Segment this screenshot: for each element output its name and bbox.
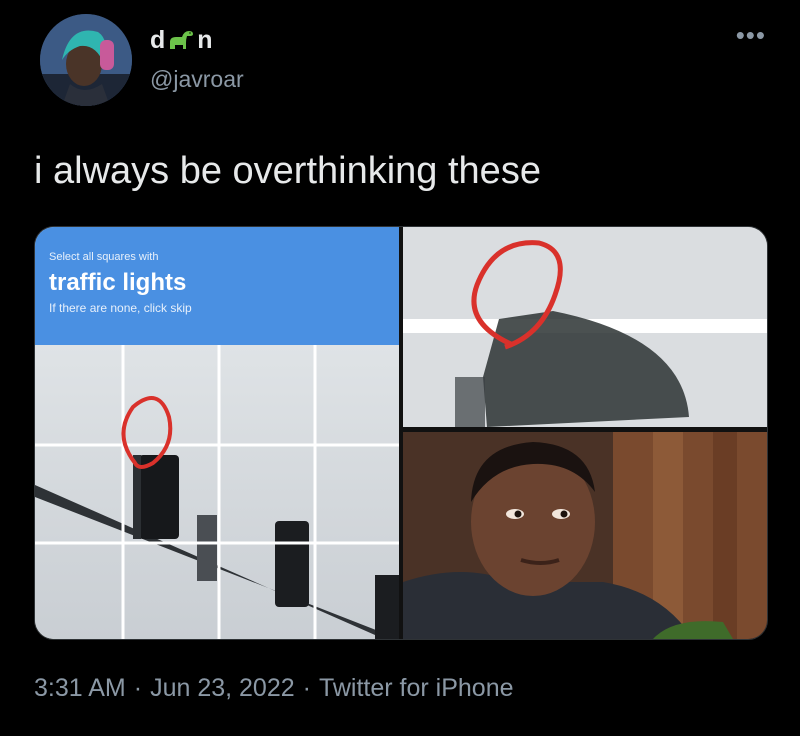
display-name-suffix: n <box>197 26 213 54</box>
avatar-image <box>40 14 132 106</box>
separator: · <box>133 674 143 702</box>
tweet-date[interactable]: Jun 23, 2022 <box>150 674 295 703</box>
captcha-grid-image <box>35 345 399 639</box>
zoomed-image <box>403 227 767 427</box>
sauropod-icon <box>167 29 195 53</box>
sweating-man-image <box>403 432 767 639</box>
captcha-panel: Select all squares with traffic lights I… <box>35 227 399 639</box>
user-handle[interactable]: @javroar <box>150 66 244 93</box>
tweet-text: i always be overthinking these <box>34 150 541 192</box>
tweet-media[interactable]: Select all squares with traffic lights I… <box>34 226 768 640</box>
more-icon[interactable]: ••• <box>736 20 766 51</box>
sweating-man-panel <box>403 432 767 639</box>
avatar[interactable] <box>40 14 132 106</box>
captcha-target: traffic lights <box>49 269 187 296</box>
separator: · <box>302 674 311 702</box>
zoomed-captcha-panel <box>403 227 767 427</box>
captcha-header: Select all squares with traffic lights I… <box>35 227 399 345</box>
display-name[interactable]: d n <box>150 26 213 55</box>
display-name-prefix: d <box>150 26 166 54</box>
tweet-source[interactable]: Twitter for iPhone <box>319 674 514 703</box>
captcha-instruction: Select all squares with <box>49 251 159 263</box>
tweet-time[interactable]: 3:31 AM <box>34 674 126 703</box>
tweet-meta: 3:31 AM · Jun 23, 2022 · Twitter for iPh… <box>34 674 514 703</box>
captcha-hint: If there are none, click skip <box>49 301 192 315</box>
